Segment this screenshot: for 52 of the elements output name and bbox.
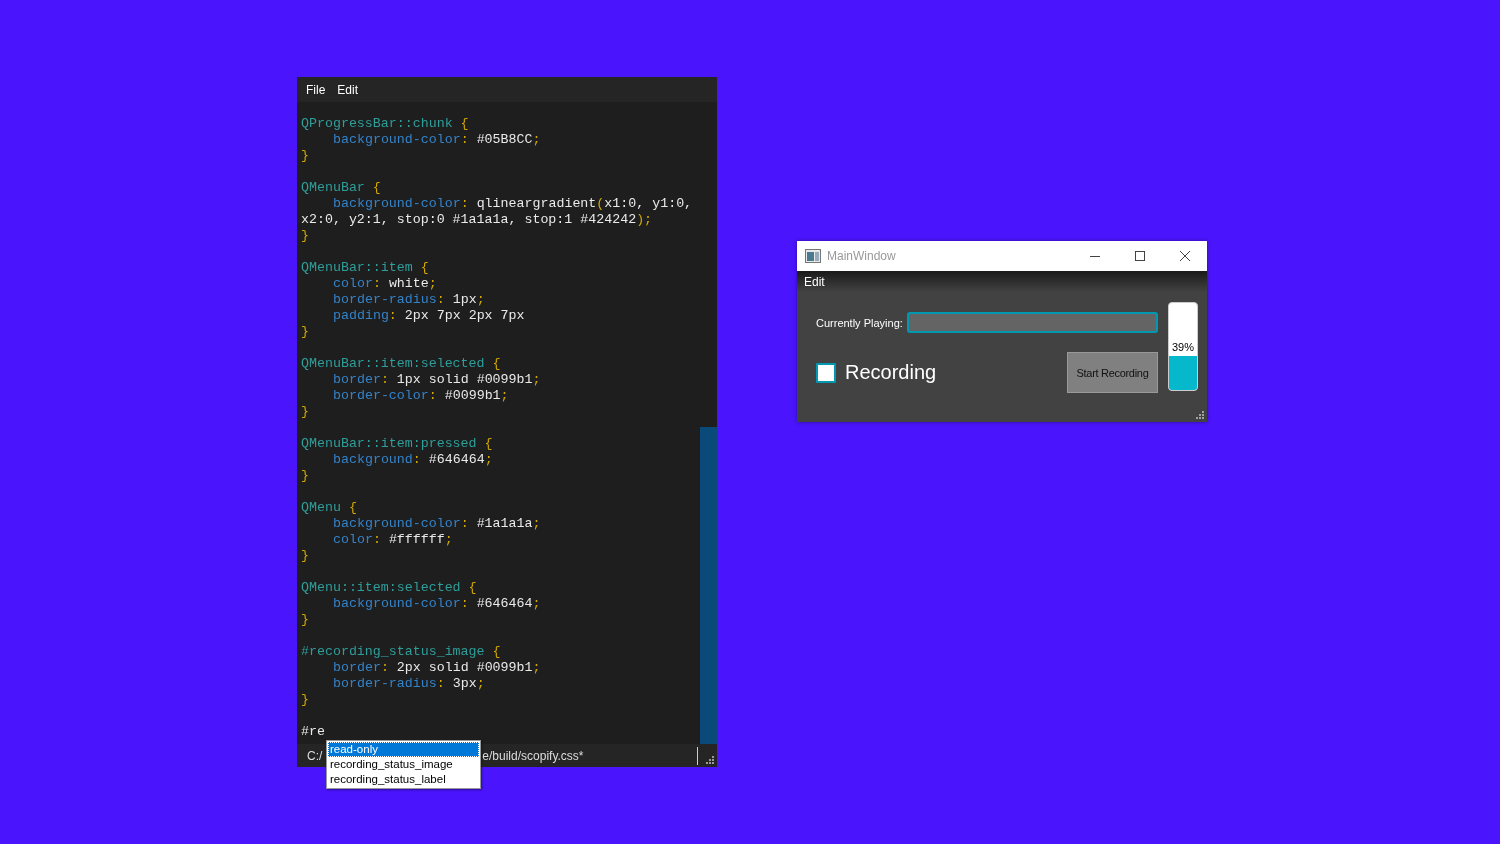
code-line: QMenu {	[301, 500, 357, 516]
file-path: C:/	[307, 748, 323, 763]
code-line: QMenuBar::item {	[301, 260, 429, 276]
code-line: #recording_status_image {	[301, 644, 501, 660]
scrollbar-thumb[interactable]	[700, 427, 717, 744]
field-label: Currently Playing:	[816, 316, 903, 329]
input-field[interactable]	[906, 312, 1158, 333]
code-line: }	[301, 324, 309, 340]
code-line: border: 1px solid #0099b1;	[333, 372, 541, 388]
code-line: padding: 2px 7px 2px 7px	[333, 308, 525, 324]
close-icon	[1179, 251, 1190, 261]
menu-item[interactable]: File	[300, 80, 332, 99]
code-line: background-color: qlineargradient(x1:0, y1:0,	[333, 196, 693, 212]
code-line: color: white;	[333, 276, 437, 292]
code-line: x2:0, y2:1, stop:0 #1a1a1a, stop:1 #424242);	[301, 212, 653, 228]
code-line: background-color: #1a1a1a;	[333, 516, 541, 532]
code-line: background-color: #646464;	[333, 596, 541, 612]
code-line: border: 2px solid #0099b1;	[333, 660, 541, 676]
code-line: #re	[301, 724, 325, 740]
code-line: }	[301, 148, 309, 164]
code-line: border-radius: 3px;	[333, 676, 485, 692]
code-line: QMenuBar::item:pressed {	[301, 436, 493, 452]
code-line: }	[301, 228, 309, 244]
code-line: }	[301, 468, 309, 484]
code-line: }	[301, 612, 309, 628]
code-line: color: #ffffff;	[333, 532, 453, 548]
code-line: }	[301, 404, 309, 420]
code-line: QMenu::item:selected {	[301, 580, 477, 596]
code-line: background: #646464;	[333, 452, 493, 468]
code-line: border-radius: 1px;	[333, 292, 485, 308]
code-line: }	[301, 548, 309, 564]
code-line: QMenuBar {	[301, 180, 381, 196]
checkbox[interactable]	[816, 362, 836, 383]
code-line: QProgressBar::chunk {	[301, 116, 469, 132]
completion-item[interactable]: recording_status_image	[328, 757, 479, 772]
code-line: border-color: #0099b1;	[333, 388, 509, 404]
size-grip-icon	[706, 756, 714, 764]
code-line: background-color: #05B8CC;	[333, 132, 541, 148]
app-window-icon	[805, 249, 821, 263]
menu-item[interactable]: Edit	[797, 274, 832, 289]
size-grip-icon	[1196, 411, 1204, 419]
maximize-icon	[1134, 251, 1145, 261]
progress-text: 39%	[1171, 341, 1195, 353]
checkbox-label: Recording	[845, 361, 937, 384]
code-line: QMenuBar::item:selected {	[301, 356, 501, 372]
completion-item[interactable]: read-only	[328, 742, 479, 757]
menu-item[interactable]: Edit	[331, 80, 365, 99]
file-path: e/build/scopify.css*	[482, 748, 584, 763]
start-recording-button[interactable]: Start Recording	[1067, 352, 1158, 393]
code-line: }	[301, 692, 309, 708]
window-title: MainWindow	[827, 249, 897, 263]
completion-item[interactable]: recording_status_label	[328, 772, 479, 787]
